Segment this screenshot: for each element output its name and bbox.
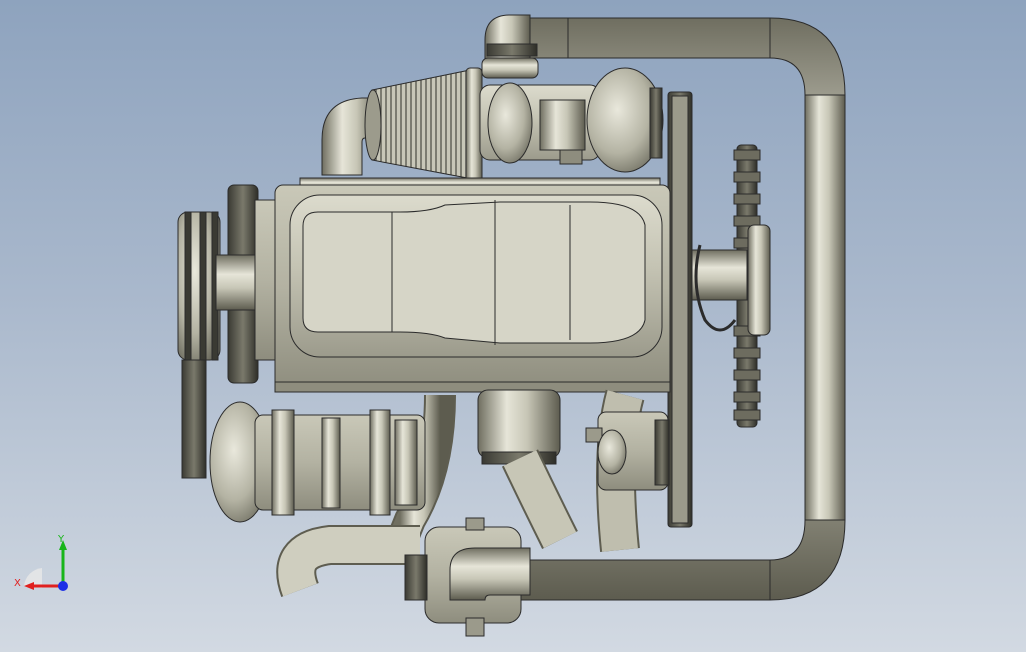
exhaust-junction [404, 517, 531, 637]
top-elbow [481, 14, 539, 79]
oil-sump [477, 389, 561, 465]
x-axis-label: X [14, 578, 21, 589]
air-filter [321, 67, 483, 185]
drive-sprocket [691, 144, 771, 428]
water-pump [585, 411, 670, 491]
engine-model[interactable] [0, 0, 1026, 652]
z-axis-dot [58, 581, 68, 591]
orientation-triad: Y X [14, 534, 68, 591]
3d-viewport[interactable]: Y X [0, 0, 1026, 652]
alternator [209, 401, 426, 523]
engine-block [254, 177, 671, 393]
y-axis-label: Y [57, 534, 65, 545]
rear-flange-plate [667, 91, 693, 528]
turbocharger [479, 67, 664, 173]
